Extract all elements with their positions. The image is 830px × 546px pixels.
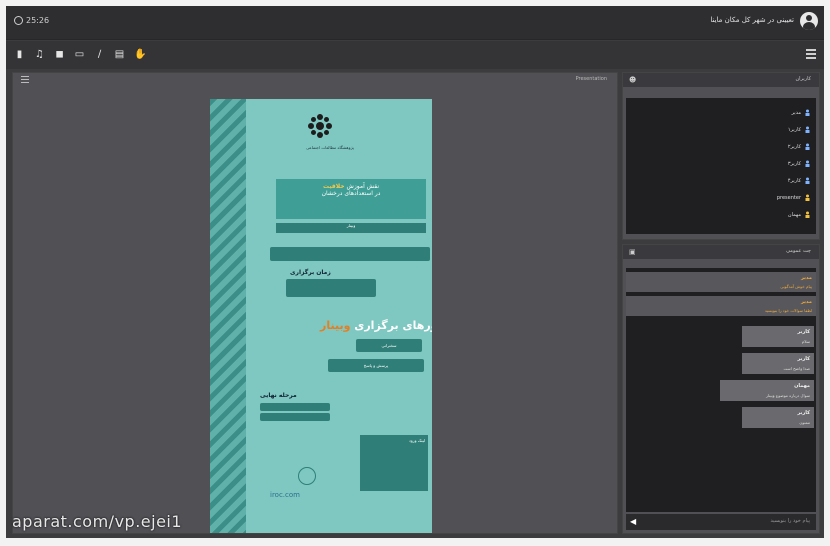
mic-icon[interactable]: ♫ [34, 49, 45, 60]
slide-stage-row [260, 413, 330, 421]
user-name: کاربر۴ [787, 177, 801, 184]
user-icon [805, 126, 810, 133]
user-row[interactable]: کاربر۴ [626, 172, 810, 189]
chat-sender: مهمان [794, 383, 810, 389]
chat-sender: کاربر [797, 329, 810, 335]
app-window: 25:26 تعیینی در شهر کل مکان ماینا ▮ ♫ ◼ … [6, 6, 824, 538]
session-title: تعیینی در شهر کل مکان ماینا [710, 16, 794, 24]
user-name: مهمان [787, 211, 801, 218]
slide-decorative-strip [210, 99, 246, 533]
slide-stage-row [260, 403, 330, 411]
users-panel-header: ☻ کاربران [623, 73, 819, 87]
chat-text: لطفا سوالات خود را بنویسید [764, 308, 812, 313]
slide-footer-logo: iroc.com [270, 491, 300, 499]
slide-axis-1: سخنرانی [356, 339, 422, 352]
toolbar: ▮ ♫ ◼ ▭ ∕ ▤ ✋ [6, 41, 824, 69]
hand-icon[interactable]: ✋ [134, 49, 146, 60]
watermark-text: aparat.com/vp.ejei1 [12, 512, 183, 531]
slide-stage-label: مرحله نهایی [260, 392, 297, 399]
slide-info-box: لینک ورود [360, 435, 428, 491]
slide-info-bar [270, 247, 430, 261]
chat-message: مدیر پیام خوش آمدگویی [626, 272, 816, 292]
pen-icon[interactable]: ∕ [94, 49, 105, 60]
user-row[interactable]: مهمان [626, 206, 810, 223]
slide-time-label: زمان برگزاری [290, 269, 331, 276]
session-clock: 25:26 [14, 16, 49, 25]
user-avatar-icon[interactable] [800, 12, 818, 30]
user-row[interactable]: کاربر۲ [626, 138, 810, 155]
users-icon: ☻ [629, 76, 637, 84]
chat-text: ممنون [799, 420, 810, 425]
chat-bubble: کاربر ممنون [742, 407, 814, 428]
clock-text: 25:26 [26, 16, 50, 25]
stage-header: Presentation [13, 73, 617, 87]
chat-sender: مدیر [801, 299, 812, 305]
user-name: کاربر۳ [787, 160, 801, 167]
right-column: ☻ کاربران مدیر کاربر۱ کاربر۲ کاربر۳ کارب… [622, 72, 820, 534]
volume-icon[interactable]: ▮ [14, 49, 25, 60]
user-name: presenter [776, 194, 801, 201]
institute-logo-icon [308, 114, 332, 138]
chat-bubble: کاربر صدا واضح است [742, 353, 814, 374]
user-name: کاربر۱ [787, 126, 801, 133]
chat-message: مدیر لطفا سوالات خود را بنویسید [626, 296, 816, 316]
stage-menu-icon[interactable] [21, 76, 29, 84]
document-icon[interactable]: ▤ [114, 49, 125, 60]
slide-axis-2: پرسش و پاسخ [328, 359, 424, 372]
presenter-icon [805, 211, 810, 218]
user-icon [805, 109, 810, 116]
user-row[interactable]: کاربر۳ [626, 155, 810, 172]
chat-panel-title: چت عمومی [786, 248, 811, 254]
chat-sender: کاربر [797, 356, 810, 362]
presentation-slide: پژوهشگاه مطالعات اجتماعی نقش آموزش خلاقی… [210, 99, 432, 533]
chat-input[interactable]: ◀ پیام خود را بنویسید [626, 514, 816, 530]
user-icon [805, 143, 810, 150]
users-panel-title: کاربران [795, 76, 811, 82]
presentation-stage: Presentation پژوهشگاه مطالعات اجتماعی نق… [12, 72, 618, 534]
slide-time-box [286, 279, 376, 297]
main-menu-icon[interactable] [806, 49, 816, 59]
stage-label: Presentation [575, 76, 607, 82]
chat-text: سلام [801, 339, 810, 344]
slide-seal-icon [298, 467, 316, 485]
presenter-icon [805, 194, 810, 201]
chat-bubble: کاربر سلام [742, 326, 814, 347]
user-icon [805, 160, 810, 167]
slide-title: نقش آموزش خلاقیت در استعدادهای درخشان [276, 179, 426, 219]
chat-text: صدا واضح است [783, 366, 810, 371]
user-row[interactable]: presenter [626, 189, 810, 206]
clock-icon [14, 16, 23, 25]
chat-sender: کاربر [797, 410, 810, 416]
slide-axes-text: محورهای برگزاری [354, 319, 432, 332]
slide-webinar-label: وبینار [276, 223, 426, 233]
chat-input-placeholder: پیام خود را بنویسید [770, 518, 810, 524]
chat-messages: مدیر پیام خوش آمدگویی مدیر لطفا سوالات خ… [626, 268, 816, 512]
camera-icon[interactable]: ◼ [54, 49, 65, 60]
slide-subtitle: پژوهشگاه مطالعات اجتماعی [306, 145, 354, 150]
user-name: مدیر [791, 109, 801, 116]
user-icon [805, 177, 810, 184]
chat-bubble: مهمان سوال درباره موضوع وبینار [720, 380, 814, 401]
slide-axes-title: محورهای برگزاری وبینار [320, 319, 432, 332]
top-bar: 25:26 تعیینی در شهر کل مکان ماینا [6, 6, 824, 40]
user-row[interactable]: مدیر [626, 104, 810, 121]
chat-text: سوال درباره موضوع وبینار [766, 393, 810, 398]
slide-title-line1: نقش آموزش [346, 183, 379, 190]
chat-sender: مدیر [801, 275, 812, 281]
slide-title-line2: در استعدادهای درخشان [321, 190, 381, 197]
screen-share-icon[interactable]: ▭ [74, 49, 85, 60]
chat-panel-header: ▣ چت عمومی [623, 245, 819, 259]
chat-icon: ▣ [629, 248, 636, 256]
send-icon[interactable]: ◀ [630, 517, 636, 526]
slide-title-highlight: خلاقیت [323, 183, 345, 190]
users-list: مدیر کاربر۱ کاربر۲ کاربر۳ کاربر۴ present… [626, 98, 816, 234]
user-name: کاربر۲ [787, 143, 801, 150]
user-row[interactable]: کاربر۱ [626, 121, 810, 138]
chat-text: پیام خوش آمدگویی [780, 284, 812, 289]
slide-axes-highlight: وبینار [320, 319, 351, 332]
